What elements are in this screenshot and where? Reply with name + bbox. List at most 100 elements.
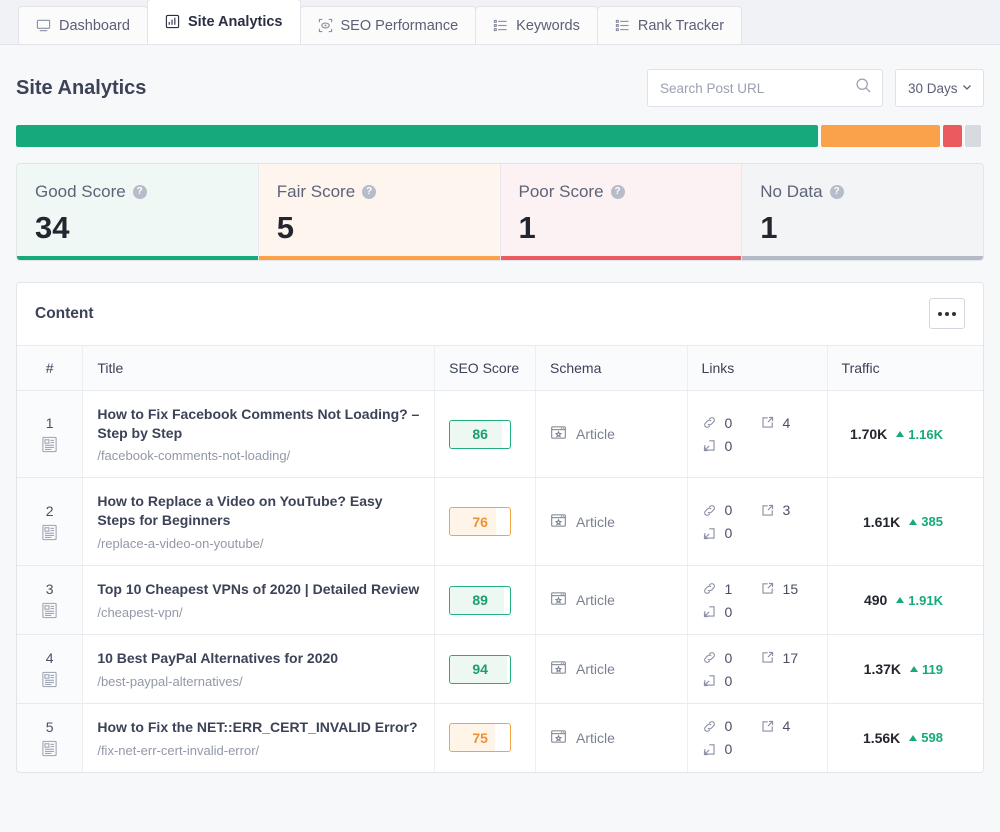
score-value: 94	[472, 661, 488, 677]
schema-label: Article	[576, 514, 615, 530]
row-index: 1	[31, 415, 68, 431]
chain-link-icon	[702, 415, 717, 430]
tab-site-analytics[interactable]: Site Analytics	[147, 0, 301, 44]
segment-good	[16, 125, 818, 147]
score-value: 75	[472, 730, 488, 746]
column-header-links[interactable]: Links	[687, 346, 827, 391]
schema-icon	[550, 424, 567, 444]
list-icon	[615, 18, 630, 33]
traffic-delta-value: 1.91K	[908, 593, 943, 608]
tab-dashboard[interactable]: Dashboard	[18, 6, 148, 44]
caret-up-icon	[909, 519, 917, 525]
traffic-delta-value: 119	[922, 662, 943, 677]
chain-link-icon	[702, 581, 717, 596]
row-traffic-cell: 1.70K 1.16K	[827, 390, 983, 478]
row-url[interactable]: /facebook-comments-not-loading/	[97, 448, 420, 463]
card-label-text: Good Score	[35, 182, 126, 202]
inbound-links: 0	[702, 525, 754, 541]
row-score-cell: 76	[435, 478, 536, 566]
more-options-button[interactable]	[929, 298, 965, 329]
tab-label: Dashboard	[59, 18, 130, 34]
table-row[interactable]: 3 Top 10 Cheapest VPNs of 2020 | Detaile…	[17, 566, 983, 635]
row-title[interactable]: Top 10 Cheapest VPNs of 2020 | Detailed …	[97, 580, 420, 599]
caret-up-icon	[909, 735, 917, 741]
row-links-cell: 0 17 0	[687, 635, 827, 704]
date-range-value: 30 Days	[908, 81, 958, 96]
card-good-score: Good Score ? 34	[17, 164, 259, 260]
help-icon[interactable]: ?	[133, 185, 147, 199]
row-traffic-cell: 1.61K 385	[827, 478, 983, 566]
row-url[interactable]: /replace-a-video-on-youtube/	[97, 536, 420, 551]
row-title[interactable]: How to Replace a Video on YouTube? Easy …	[97, 492, 420, 530]
card-no-data: No Data ? 1	[742, 164, 983, 260]
help-icon[interactable]: ?	[362, 185, 376, 199]
external-links-count: 3	[783, 502, 791, 518]
seo-score-badge: 86	[449, 420, 511, 449]
external-links-count: 4	[783, 718, 791, 734]
column-header-traffic[interactable]: Traffic	[827, 346, 983, 391]
card-accent-bar	[17, 256, 258, 260]
inbound-link-icon	[702, 604, 717, 619]
inbound-link-icon	[702, 742, 717, 757]
external-links: 17	[760, 650, 812, 666]
search-icon[interactable]	[855, 77, 872, 99]
row-traffic-cell: 490 1.91K	[827, 566, 983, 635]
column-header-title[interactable]: Title	[83, 346, 435, 391]
tab-label: SEO Performance	[341, 18, 459, 34]
row-index: 3	[31, 581, 68, 597]
column-header-index[interactable]: #	[17, 346, 83, 391]
search-box[interactable]	[647, 69, 883, 107]
schema-label: Article	[576, 426, 615, 442]
row-schema-cell: Article	[536, 478, 688, 566]
inbound-links: 0	[702, 604, 754, 620]
row-score-cell: 89	[435, 566, 536, 635]
traffic-delta-value: 598	[921, 730, 943, 745]
schema-icon	[550, 512, 567, 532]
tab-bar: Dashboard Site Analytics SEO Performance…	[0, 0, 1000, 45]
date-range-select[interactable]: 30 Days	[895, 69, 984, 107]
inbound-links-count: 0	[725, 438, 733, 454]
column-header-seo-score[interactable]: SEO Score	[435, 346, 536, 391]
row-index-cell: 4	[17, 635, 83, 704]
traffic-delta-value: 1.16K	[908, 427, 943, 442]
card-value: 1	[760, 210, 965, 246]
row-title[interactable]: How to Fix the NET::ERR_CERT_INVALID Err…	[97, 718, 420, 737]
row-url[interactable]: /cheapest-vpn/	[97, 605, 420, 620]
row-title-cell: How to Fix the NET::ERR_CERT_INVALID Err…	[83, 703, 435, 771]
row-url[interactable]: /fix-net-err-cert-invalid-error/	[97, 743, 420, 758]
table-row[interactable]: 4 10 Best PayPal Alternatives for 2020 /…	[17, 635, 983, 704]
tab-seo-performance[interactable]: SEO Performance	[300, 6, 477, 44]
table-row[interactable]: 1 How to Fix Facebook Comments Not Loadi…	[17, 390, 983, 478]
inbound-link-icon	[702, 438, 717, 453]
traffic-delta-value: 385	[921, 514, 943, 529]
row-url[interactable]: /best-paypal-alternatives/	[97, 674, 420, 689]
internal-links-count: 0	[725, 415, 733, 431]
schema-icon	[550, 728, 567, 748]
row-links-cell: 0 3 0	[687, 478, 827, 566]
panel-title: Content	[35, 305, 94, 323]
help-icon[interactable]: ?	[611, 185, 625, 199]
inbound-link-icon	[702, 526, 717, 541]
tab-rank-tracker[interactable]: Rank Tracker	[597, 6, 742, 44]
schema-icon	[550, 659, 567, 679]
traffic-delta: 1.91K	[896, 593, 943, 608]
card-accent-bar	[742, 256, 983, 260]
row-title[interactable]: How to Fix Facebook Comments Not Loading…	[97, 405, 420, 443]
content-panel: Content # Title SEO Score Schema Links T…	[16, 282, 984, 773]
search-input[interactable]	[660, 81, 855, 96]
seo-score-badge: 75	[449, 723, 511, 752]
row-links-cell: 0 4 0	[687, 703, 827, 771]
table-row[interactable]: 5 How to Fix the NET::ERR_CERT_INVALID E…	[17, 703, 983, 771]
internal-links-count: 0	[725, 650, 733, 666]
tab-keywords[interactable]: Keywords	[475, 6, 598, 44]
column-header-schema[interactable]: Schema	[536, 346, 688, 391]
table-row[interactable]: 2 How to Replace a Video on YouTube? Eas…	[17, 478, 983, 566]
row-index-cell: 5	[17, 703, 83, 771]
row-title-cell: Top 10 Cheapest VPNs of 2020 | Detailed …	[83, 566, 435, 635]
inbound-links: 0	[702, 673, 754, 689]
row-title[interactable]: 10 Best PayPal Alternatives for 2020	[97, 649, 420, 668]
inbound-links: 0	[702, 741, 754, 757]
internal-links: 0	[702, 502, 754, 518]
card-fair-score: Fair Score ? 5	[259, 164, 501, 260]
help-icon[interactable]: ?	[830, 185, 844, 199]
